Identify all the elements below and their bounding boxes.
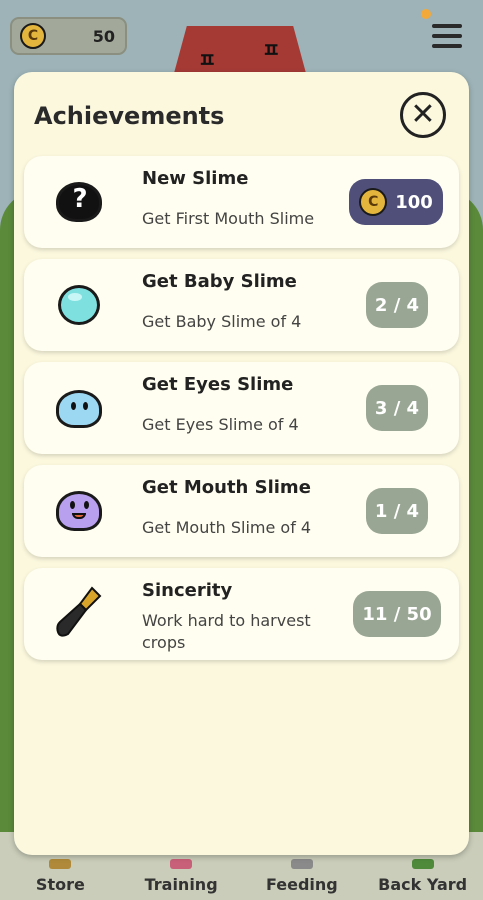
achievement-desc: Work hard to harvest crops [142, 611, 311, 652]
eyes-slime-icon [54, 384, 106, 432]
nav-label: Store [35, 875, 85, 894]
feeding-icon [290, 859, 313, 869]
close-button[interactable]: ✕ [400, 92, 446, 138]
baby-slime-icon [54, 281, 106, 329]
coin-icon: C [359, 188, 388, 216]
training-icon [170, 859, 193, 869]
achievement-desc: Get Baby Slime of 4 [142, 312, 302, 331]
nav-label: Back Yard [378, 875, 468, 894]
achievement-name: Get Eyes Slime [142, 374, 294, 395]
achievement-name: Sincerity [142, 580, 233, 601]
trowel-icon [54, 586, 106, 638]
achievement-card-baby-slime: Get Baby Slime Get Baby Slime of 4 2 / 4 [24, 259, 459, 351]
achievement-card-eyes-slime: Get Eyes Slime Get Eyes Slime of 4 3 / 4 [24, 362, 459, 454]
nav-label: Feeding [265, 875, 338, 894]
achievement-card-new-slime: ? New Slime Get First Mouth Slime C 100 [24, 156, 459, 248]
progress-badge: 2 / 4 [366, 282, 428, 328]
coin-icon: C [20, 23, 46, 49]
notification-dot [421, 9, 431, 19]
nav-label: Training [144, 875, 218, 894]
achievement-name: New Slime [142, 168, 249, 189]
hamburger-icon [432, 24, 462, 28]
dialog-title: Achievements [34, 102, 225, 130]
coin-amount: 50 [92, 26, 115, 46]
progress-badge: 1 / 4 [366, 488, 428, 534]
progress-badge: 11 / 50 [353, 591, 441, 637]
achievement-name: Get Baby Slime [142, 271, 297, 292]
achievement-desc: Get First Mouth Slime [142, 209, 315, 228]
mouth-slime-icon [54, 487, 106, 535]
reward-amount: 100 [395, 191, 433, 213]
coin-balance: C 50 [10, 17, 127, 55]
store-icon [49, 859, 72, 869]
claim-reward-button[interactable]: C 100 [349, 179, 443, 225]
question-slime-icon: ? [54, 178, 106, 226]
achievement-desc: Get Eyes Slime of 4 [142, 415, 299, 434]
achievement-card-sincerity: Sincerity Work hard to harvest crops 11 … [24, 568, 459, 660]
close-icon: ✕ [410, 97, 436, 132]
achievement-desc: Get Mouth Slime of 4 [142, 518, 312, 537]
achievement-name: Get Mouth Slime [142, 477, 311, 498]
achievement-card-mouth-slime: Get Mouth Slime Get Mouth Slime of 4 1 /… [24, 465, 459, 557]
progress-badge: 3 / 4 [366, 385, 428, 431]
achievements-dialog: Achievements ✕ ? New Slime Get First Mou… [14, 72, 469, 855]
menu-button[interactable] [430, 18, 466, 54]
back-yard-icon [411, 859, 434, 869]
